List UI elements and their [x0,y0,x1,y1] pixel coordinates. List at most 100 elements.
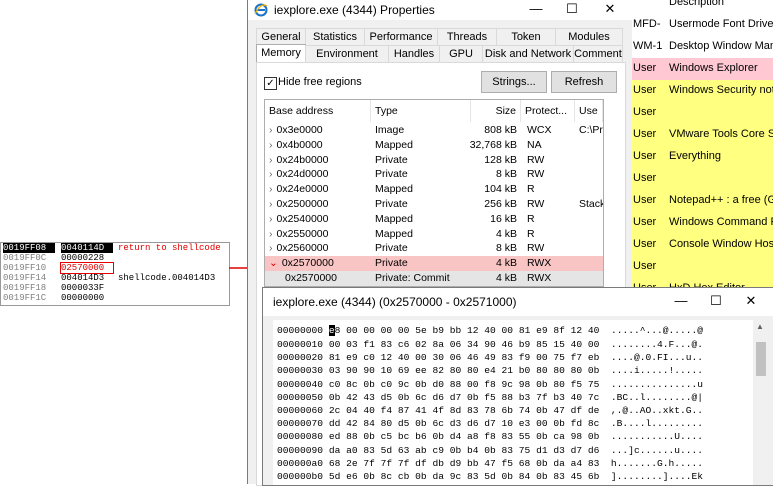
stack-comment: return to shellcode [118,243,221,253]
region-base-address: 0x2540000 [276,212,329,225]
hex-scrollbar[interactable]: ▲ [753,320,769,485]
tab-disk-and-network[interactable]: Disk and Network [482,45,574,63]
memory-region-row[interactable]: › 0x2540000 Mapped 16 kB R [265,212,603,227]
memory-region-row[interactable]: › 0x24e0000 Mapped 104 kB R [265,182,603,197]
memory-region-row[interactable]: › 0x24b0000 Private 128 kB RW [265,153,603,168]
memory-region-row[interactable]: › 0x2500000 Private 256 kB RW Stack [265,197,603,212]
strings-button[interactable]: Strings... [481,71,547,93]
process-row[interactable]: User Windows Explorer [631,58,773,80]
process-row[interactable]: User [631,102,773,124]
tab-threads[interactable]: Threads [437,28,497,46]
stack-address: 0019FF10 [3,263,47,273]
hide-free-regions-checkbox[interactable]: ✓ [264,77,277,90]
expand-chevron-icon[interactable]: › [269,228,273,240]
maximize-button[interactable]: ☐ [556,0,588,20]
tab-handles[interactable]: Handles [388,45,440,63]
tab-modules[interactable]: Modules [555,28,623,46]
expand-chevron-icon[interactable]: › [269,213,273,225]
process-row[interactable]: User [631,168,773,190]
process-row[interactable]: User Everything [631,146,773,168]
tab-gpu[interactable]: GPU [439,45,483,63]
region-size: 256 kB [484,198,517,210]
region-use: C:\Pr [579,124,603,136]
process-row[interactable]: User Windows Security notif [631,80,773,102]
scroll-thumb[interactable] [756,342,766,376]
expand-chevron-icon[interactable]: › [269,154,273,166]
memory-region-row[interactable]: › 0x2550000 Mapped 4 kB R [265,227,603,242]
refresh-button[interactable]: Refresh [551,71,617,93]
region-base-address: 0x2560000 [276,242,329,255]
tab-memory[interactable]: Memory [256,44,306,64]
stack-row[interactable]: 0019FF1C 00000000 [1,293,229,303]
region-base-address: 0x2570000 [285,272,337,284]
process-row[interactable]: User VMware Tools Core Se [631,124,773,146]
stack-row[interactable]: 0019FF14 004014D3 shellcode.004014D3 [1,273,229,283]
stack-row[interactable]: 0019FF08 0040114D return to shellcode [1,243,229,253]
region-size: 4 kB [495,272,517,284]
hex-viewer-title: iexplore.exe (4344) (0x2570000 - 0x25710… [273,295,517,309]
tab-token[interactable]: Token [496,28,556,46]
expand-chevron-icon[interactable]: › [269,124,273,136]
hex-row: 00000060 2c 04 40 f4 87 41 4f 8d 83 78 6… [277,405,704,416]
region-size: 4 kB [495,227,517,240]
region-protection: WCX [527,124,552,136]
scroll-up-icon[interactable]: ▲ [756,322,764,331]
close-button[interactable]: ✕ [594,0,626,20]
tab-statistics[interactable]: Statistics [305,28,365,46]
expand-chevron-icon[interactable]: ⌄ [269,257,278,269]
column-header-base-address[interactable]: Base address [265,100,371,122]
tab-performance[interactable]: Performance [364,28,438,46]
stack-row[interactable]: 0019FF0C 00000228 [1,253,229,263]
region-base-address: 0x2550000 [276,227,329,240]
stack-row[interactable]: 0019FF10 02570000 [1,262,229,274]
region-type: Private: Commit [375,272,450,284]
region-size: 32,768 kB [469,138,517,151]
process-row[interactable]: MFD- Usermode Font Driver [631,14,773,36]
process-description: Usermode Font Driver [669,18,773,30]
memory-region-row[interactable]: › 0x2560000 Private 8 kB RW [265,241,603,256]
process-description: Description [669,0,725,8]
stack-address: 0019FF14 [3,273,47,283]
hex-close-button[interactable]: ✕ [735,292,767,312]
stack-value: 02570000 [60,262,114,274]
process-row[interactable]: User Console Window Host [631,234,773,256]
expand-chevron-icon[interactable]: › [269,168,273,180]
region-base-address: 0x24d0000 [276,168,329,181]
process-row[interactable]: User Notepad++ : a free (G [631,190,773,212]
stack-address: 0019FF18 [3,283,47,293]
hex-maximize-button[interactable]: ☐ [700,292,732,312]
memory-region-row[interactable]: › 0x24d0000 Private 8 kB RW [265,167,603,182]
process-row[interactable]: User Windows Command P [631,212,773,234]
memory-region-row[interactable]: 0x2570000 Private: Commit 4 kB RWX [265,271,603,286]
memory-region-row[interactable]: › 0x4b0000 Mapped 32,768 kB NA [265,138,603,153]
process-description: Windows Explorer [669,62,758,74]
tab-comment[interactable]: Comment [573,45,623,63]
hex-viewer-window: iexplore.exe (4344) (0x2570000 - 0x25710… [262,287,773,486]
hex-minimize-button[interactable]: — [665,292,697,312]
hide-free-regions-label: Hide free regions [278,76,362,88]
minimize-button[interactable]: — [520,0,552,20]
column-header-type[interactable]: Type [371,100,471,122]
region-protection: R [527,212,535,225]
process-row[interactable]: User [631,256,773,278]
expand-chevron-icon[interactable]: › [269,198,273,210]
memory-regions-table: Base address Type Size Protect... Use › 0… [264,99,604,287]
process-row[interactable]: WM-1 Desktop Window Manager [631,36,773,58]
column-header-protect[interactable]: Protect... [521,100,575,122]
column-header-use[interactable]: Use [575,100,603,122]
expand-chevron-icon[interactable]: › [269,139,273,151]
hex-row: 00000030 03 90 90 10 69 ee 82 80 80 e4 2… [277,365,704,377]
memory-region-row[interactable]: › 0x3e0000 Image 808 kB WCX C:\Pr [265,123,603,138]
hex-dump-view[interactable]: 00000000 e8 00 00 00 00 5e b9 bb 12 40 0… [273,320,753,485]
stack-row[interactable]: 0019FF18 0000033F [1,283,229,293]
tab-environment[interactable]: Environment [305,45,389,63]
expand-chevron-icon[interactable]: › [269,242,273,254]
hex-row: 00000050 0b 42 43 d5 0b 6c d6 d7 0b f5 8… [277,391,704,403]
process-description: Windows Security notif [669,84,773,96]
region-base-address: 0x2570000 [281,257,334,270]
memory-region-row[interactable]: ⌄ 0x2570000 Private 4 kB RWX [265,256,603,272]
column-header-size[interactable]: Size [471,100,521,122]
region-type: Private [375,153,408,166]
process-row[interactable]: Description [631,0,773,14]
expand-chevron-icon[interactable]: › [269,183,273,195]
